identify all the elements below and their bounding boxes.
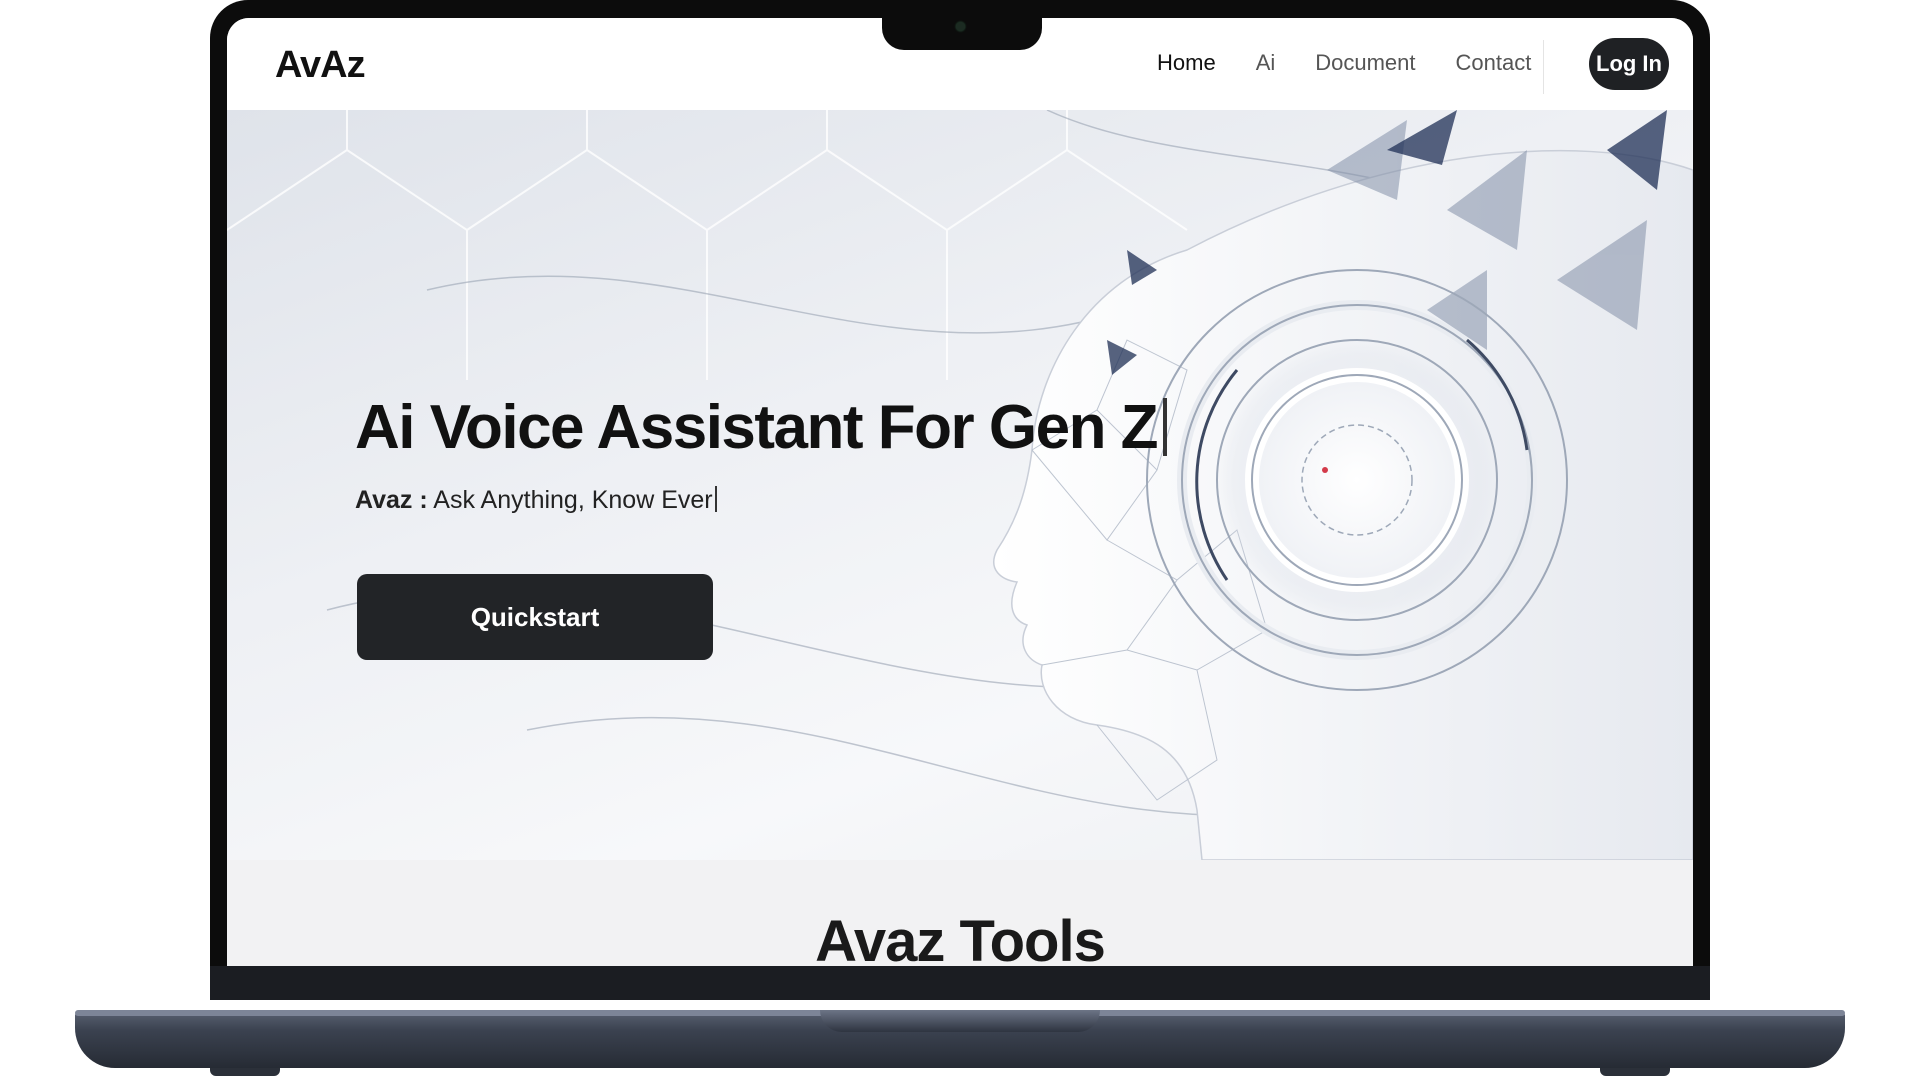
tools-title: Avaz Tools bbox=[815, 909, 1106, 966]
laptop-screen: AvAz Home Ai Document Contact Log In Ai … bbox=[227, 18, 1693, 966]
laptop-chin bbox=[210, 966, 1710, 1000]
camera-icon bbox=[956, 22, 965, 31]
laptop-mockup: AvAz Home Ai Document Contact Log In Ai … bbox=[0, 0, 1920, 1080]
laptop-notch bbox=[882, 0, 1042, 50]
quickstart-button[interactable]: Quickstart bbox=[357, 574, 713, 660]
nav-link-document[interactable]: Document bbox=[1315, 50, 1415, 76]
hero-subtitle-prefix: Avaz : bbox=[355, 486, 428, 514]
typing-cursor bbox=[1163, 398, 1168, 456]
tools-section: Avaz Tools bbox=[227, 860, 1693, 966]
hero-title: Ai Voice Assistant For Gen Z bbox=[355, 392, 1168, 463]
laptop-hinge-notch bbox=[820, 1010, 1100, 1032]
nav-link-contact[interactable]: Contact bbox=[1456, 50, 1532, 76]
ai-head-illustration-icon bbox=[227, 110, 1693, 860]
nav-link-ai[interactable]: Ai bbox=[1256, 50, 1276, 76]
nav-link-home[interactable]: Home bbox=[1157, 50, 1216, 76]
laptop-foot-right bbox=[1600, 1068, 1670, 1076]
nav-divider bbox=[1543, 40, 1544, 94]
subtitle-typing-cursor bbox=[714, 486, 717, 512]
nav-links: Home Ai Document Contact bbox=[1157, 50, 1531, 76]
laptop-foot-left bbox=[210, 1068, 280, 1076]
hero-section: Ai Voice Assistant For Gen Z Avaz : Ask … bbox=[227, 110, 1693, 860]
login-button[interactable]: Log In bbox=[1589, 38, 1669, 90]
hero-subtitle: Avaz : Ask Anything, Know Ever bbox=[355, 486, 717, 515]
brand-logo[interactable]: AvAz bbox=[275, 44, 366, 87]
hero-subtitle-text: Ask Anything, Know Ever bbox=[433, 486, 713, 514]
hero-title-text: Ai Voice Assistant For Gen Z bbox=[355, 393, 1159, 462]
